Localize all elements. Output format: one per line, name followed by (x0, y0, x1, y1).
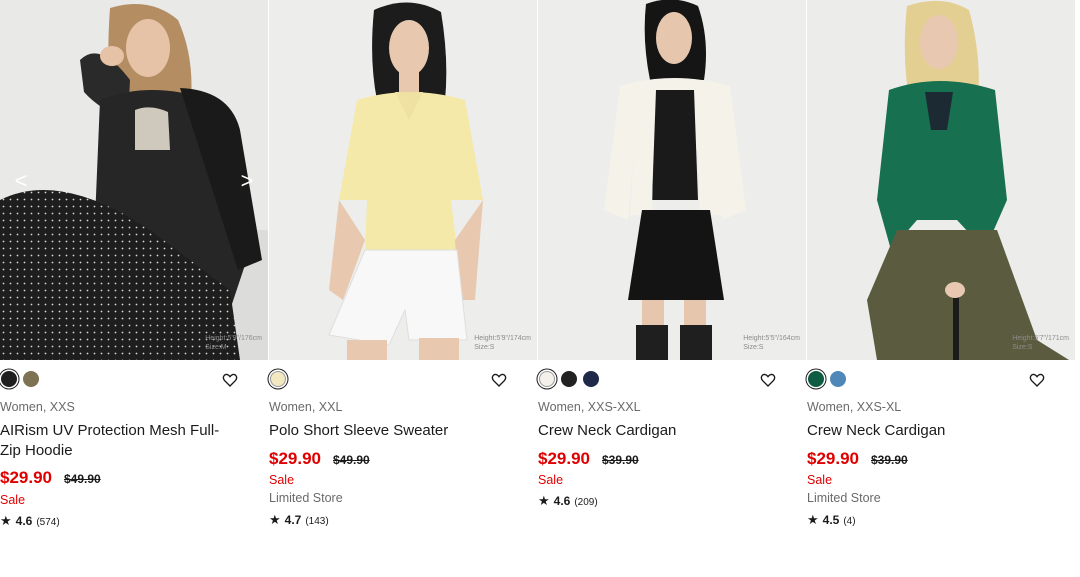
carousel-next-icon[interactable]: > (238, 168, 256, 194)
color-swatches (270, 371, 286, 389)
rating: ★ 4.6 (209) (538, 493, 598, 509)
rating: ★ 4.6 (574) (0, 513, 60, 529)
product-card[interactable]: Height:5'9"/176cm Size:M < > Women, XXS … (0, 0, 268, 577)
heart-outline-icon[interactable] (1029, 372, 1045, 388)
product-image[interactable]: Height:5'7"/171cm Size:S (807, 0, 1075, 360)
product-name[interactable]: Polo Short Sleeve Sweater (269, 421, 509, 441)
model-height-text: Height:5'7"/171cm (1012, 335, 1069, 342)
model-size-tag: Height:5'9"/174cm Size:S (474, 334, 531, 352)
color-swatch-off-white[interactable] (539, 371, 555, 387)
product-photo-illustration (0, 0, 268, 360)
product-photo-illustration (807, 0, 1075, 360)
color-swatch-green[interactable] (808, 371, 824, 387)
product-meta: Women, XXS (0, 400, 75, 414)
product-photo-illustration (269, 0, 537, 360)
color-swatch-cream[interactable] (270, 371, 286, 387)
product-photo-illustration (538, 0, 806, 360)
original-price: $49.90 (64, 472, 101, 486)
original-price: $39.90 (871, 453, 908, 467)
review-count: (4) (843, 516, 856, 527)
product-name[interactable]: AIRism UV Protection Mesh Full-Zip Hoodi… (0, 421, 240, 461)
sale-label: Sale (807, 473, 833, 487)
rating-score: 4.6 (553, 494, 571, 508)
model-height-text: Height:5'5"/164cm (743, 335, 800, 342)
product-meta: Women, XXS-XL (807, 400, 902, 414)
color-swatches (539, 371, 599, 389)
model-size-tag: Height:5'9"/176cm Size:M (205, 334, 262, 352)
product-card[interactable]: Height:5'9"/174cm Size:S Women, XXL Polo… (269, 0, 537, 577)
price-row: $29.90 $39.90 (538, 449, 639, 469)
product-card[interactable]: Height:5'7"/171cm Size:S Women, XXS-XL C… (807, 0, 1075, 577)
model-size-text: Size:S (1012, 344, 1033, 351)
product-image[interactable]: Height:5'9"/174cm Size:S (269, 0, 537, 360)
model-height-text: Height:5'9"/174cm (474, 335, 531, 342)
sale-price: $29.90 (0, 468, 52, 487)
carousel-prev-icon[interactable]: < (12, 168, 30, 194)
star-icon: ★ (0, 513, 12, 528)
review-count: (209) (574, 497, 598, 508)
price-row: $29.90 $49.90 (0, 468, 101, 488)
product-grid: Height:5'9"/176cm Size:M < > Women, XXS … (0, 0, 1080, 577)
product-meta: Women, XXS-XXL (538, 400, 641, 414)
product-name[interactable]: Crew Neck Cardigan (807, 421, 1047, 441)
color-swatches (808, 371, 846, 389)
rating: ★ 4.7 (143) (269, 512, 329, 528)
product-card[interactable]: Height:5'5"/164cm Size:S Women, XXS-XXL … (538, 0, 806, 577)
color-swatch-blue[interactable] (830, 371, 846, 387)
sale-price: $29.90 (538, 449, 590, 468)
sale-price: $29.90 (269, 449, 321, 468)
star-icon: ★ (807, 512, 819, 527)
product-name[interactable]: Crew Neck Cardigan (538, 421, 778, 441)
original-price: $49.90 (333, 453, 370, 467)
review-count: (574) (36, 517, 60, 528)
original-price: $39.90 (602, 453, 639, 467)
heart-outline-icon[interactable] (760, 372, 776, 388)
price-row: $29.90 $49.90 (269, 449, 370, 469)
model-size-text: Size:S (743, 344, 764, 351)
product-meta: Women, XXL (269, 400, 343, 414)
rating-score: 4.6 (15, 514, 33, 528)
star-icon: ★ (269, 512, 281, 527)
sale-label: Sale (0, 493, 26, 507)
color-swatch-navy[interactable] (583, 371, 599, 387)
store-label: Limited Store (807, 491, 881, 505)
model-size-tag: Height:5'5"/164cm Size:S (743, 334, 800, 352)
sale-price: $29.90 (807, 449, 859, 468)
color-swatch-olive[interactable] (23, 371, 39, 387)
rating-score: 4.5 (822, 513, 840, 527)
review-count: (143) (305, 516, 329, 527)
product-image[interactable]: Height:5'9"/176cm Size:M < > (0, 0, 268, 360)
star-icon: ★ (538, 493, 550, 508)
heart-outline-icon[interactable] (222, 372, 238, 388)
sale-label: Sale (538, 473, 564, 487)
heart-outline-icon[interactable] (491, 372, 507, 388)
product-image[interactable]: Height:5'5"/164cm Size:S (538, 0, 806, 360)
rating: ★ 4.5 (4) (807, 512, 856, 528)
model-size-text: Size:M (205, 344, 227, 351)
color-swatch-black[interactable] (561, 371, 577, 387)
sale-label: Sale (269, 473, 295, 487)
model-height-text: Height:5'9"/176cm (205, 335, 262, 342)
model-size-tag: Height:5'7"/171cm Size:S (1012, 334, 1069, 352)
price-row: $29.90 $39.90 (807, 449, 908, 469)
store-label: Limited Store (269, 491, 343, 505)
color-swatch-black[interactable] (1, 371, 17, 387)
model-size-text: Size:S (474, 344, 495, 351)
rating-score: 4.7 (284, 513, 302, 527)
color-swatches (1, 371, 39, 389)
